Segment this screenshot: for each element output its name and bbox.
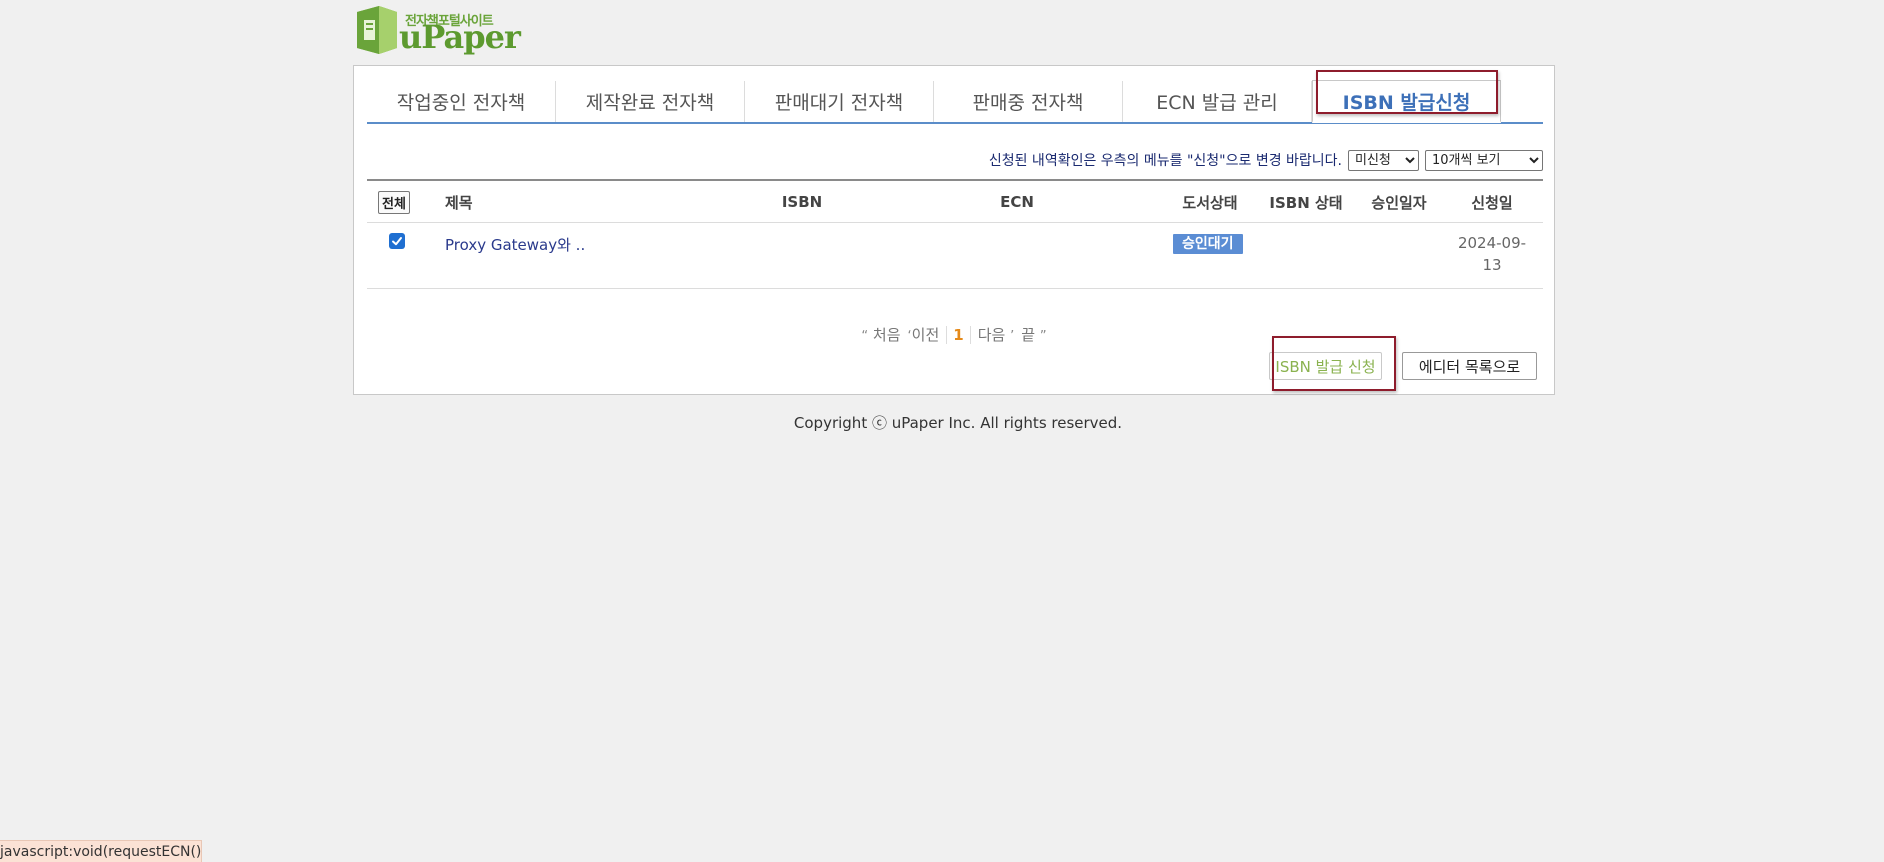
isbn-request-button[interactable]: ISBN 발급 신청 [1269, 352, 1382, 380]
tab-isbn-request[interactable]: ISBN 발급신청 [1312, 80, 1501, 123]
tab-completed-ebooks[interactable]: 제작완료 전자책 [556, 81, 745, 122]
main-panel: 작업중인 전자책 제작완료 전자책 판매대기 전자책 판매중 전자책 ECN 발… [353, 65, 1555, 395]
checkmark-icon [392, 237, 402, 246]
table-row[interactable]: Proxy Gateway와 .. 승인대기 2024-09-13 [367, 223, 1543, 289]
page-size-select[interactable]: 10개씩 보기 [1425, 149, 1543, 171]
book-logo-icon [357, 6, 397, 54]
row-checkbox[interactable] [389, 233, 405, 249]
row-request-date: 2024-09-13 [1457, 234, 1527, 274]
tab-on-sale-ebooks[interactable]: 판매중 전자책 [934, 81, 1123, 122]
status-badge: 승인대기 [1173, 234, 1243, 254]
status-bar-url: javascript:void(requestECN()) [0, 840, 202, 862]
tab-bar: 작업중인 전자책 제작완료 전자책 판매대기 전자책 판매중 전자책 ECN 발… [367, 80, 1543, 124]
logo[interactable]: 전자책포털사이트 uPaper [353, 4, 521, 56]
select-all-cell: 전체 [378, 181, 410, 223]
editor-list-button[interactable]: 에디터 목록으로 [1402, 352, 1537, 380]
row-checkbox-cell [389, 233, 405, 249]
row-title-cell: Proxy Gateway와 .. [445, 234, 585, 255]
page-prev-link[interactable]: ‘이전 [908, 324, 940, 345]
page-last-link[interactable]: 끝 ” [1021, 324, 1046, 345]
single-right-quote-icon: ’ [1010, 329, 1015, 344]
header-isbn-status: ISBN 상태 [1269, 193, 1343, 212]
header-title: 제목 [445, 193, 473, 212]
notice-row: 신청된 내역확인은 우측의 메뉴를 "신청"으로 변경 바랍니다. 미신청 10… [989, 149, 1543, 171]
page-first-link[interactable]: “ 처음 [861, 324, 900, 345]
tab-in-progress-ebooks[interactable]: 작업중인 전자책 [367, 81, 556, 122]
double-left-quote-icon: “ [861, 329, 869, 344]
request-status-select[interactable]: 미신청 [1348, 149, 1419, 171]
tab-pending-sale-ebooks[interactable]: 판매대기 전자책 [745, 81, 934, 122]
logo-wordmark: uPaper [399, 18, 521, 56]
header-ecn: ECN [1000, 193, 1034, 211]
table-header: 전체 제목 ISBN ECN 도서상태 ISBN 상태 승인일자 신청일 [367, 179, 1543, 223]
select-all-button[interactable]: 전체 [378, 190, 410, 214]
page-next-link[interactable]: 다음 ’ [978, 324, 1015, 345]
double-right-quote-icon: ” [1039, 329, 1047, 344]
page-current[interactable]: 1 [946, 325, 971, 344]
book-title-link[interactable]: Proxy Gateway와 .. [445, 236, 585, 254]
header-request-date: 신청일 [1471, 193, 1513, 212]
copyright-text: Copyright ⓒ uPaper Inc. All rights reser… [793, 414, 1123, 432]
row-book-status-cell: 승인대기 [1173, 233, 1243, 254]
tab-ecn-management[interactable]: ECN 발급 관리 [1123, 81, 1312, 122]
header-isbn: ISBN [781, 193, 823, 211]
notice-text: 신청된 내역확인은 우측의 메뉴를 "신청"으로 변경 바랍니다. [988, 153, 1342, 169]
pagination: “ 처음 ‘이전 1 다음 ’ 끝 ” [354, 324, 1554, 345]
header-book-status: 도서상태 [1182, 193, 1238, 212]
isbn-request-table: 전체 제목 ISBN ECN 도서상태 ISBN 상태 승인일자 신청일 Pro… [367, 179, 1543, 289]
header-approval-date: 승인일자 [1371, 193, 1427, 212]
